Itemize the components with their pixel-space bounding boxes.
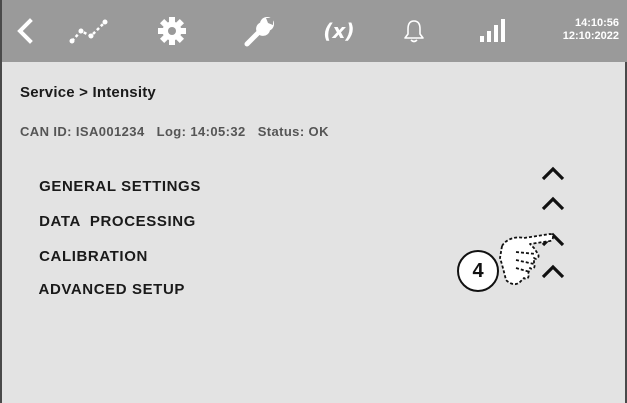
wrench-icon[interactable]	[238, 0, 282, 62]
log-time: Log: 14:05:32	[156, 124, 246, 139]
variable-label: (x)	[323, 19, 355, 43]
section-data-processing[interactable]: DATA PROCESSING	[20, 196, 580, 230]
section-label: DATA PROCESSING	[39, 213, 196, 230]
back-icon[interactable]	[10, 0, 40, 62]
bell-icon[interactable]	[396, 0, 432, 62]
clock-time: 14:10:56	[574, 17, 619, 29]
section-label: ADVANCED SETUP	[38, 281, 185, 298]
clock: 14:10:56 12:10:2022	[563, 17, 619, 43]
status-line: CAN ID: ISA001234 Log: 14:05:32 Status: …	[20, 124, 329, 139]
section-general-settings[interactable]: GENERAL SETTINGS	[20, 161, 580, 195]
section-label: CALIBRATION	[39, 248, 148, 265]
can-id: CAN ID: ISA001234	[20, 124, 145, 139]
top-toolbar: (x) 14:10:56 12:10:2022	[2, 0, 627, 62]
chevron-up-icon[interactable]	[540, 196, 566, 212]
trend-icon[interactable]	[62, 0, 116, 62]
status-text: Status: OK	[257, 124, 329, 139]
device-screen: (x) 14:10:56 12:10:2022 Service > Intens…	[0, 0, 627, 403]
section-label: GENERAL SETTINGS	[39, 178, 201, 195]
variable-icon[interactable]: (x)	[314, 0, 364, 62]
gear-icon[interactable]	[152, 0, 192, 62]
signal-icon	[472, 0, 512, 62]
breadcrumb: Service > Intensity	[20, 84, 156, 101]
clock-date: 12:10:2022	[562, 30, 619, 42]
step-number-badge: 4	[457, 250, 499, 292]
chevron-up-icon[interactable]	[540, 166, 566, 182]
